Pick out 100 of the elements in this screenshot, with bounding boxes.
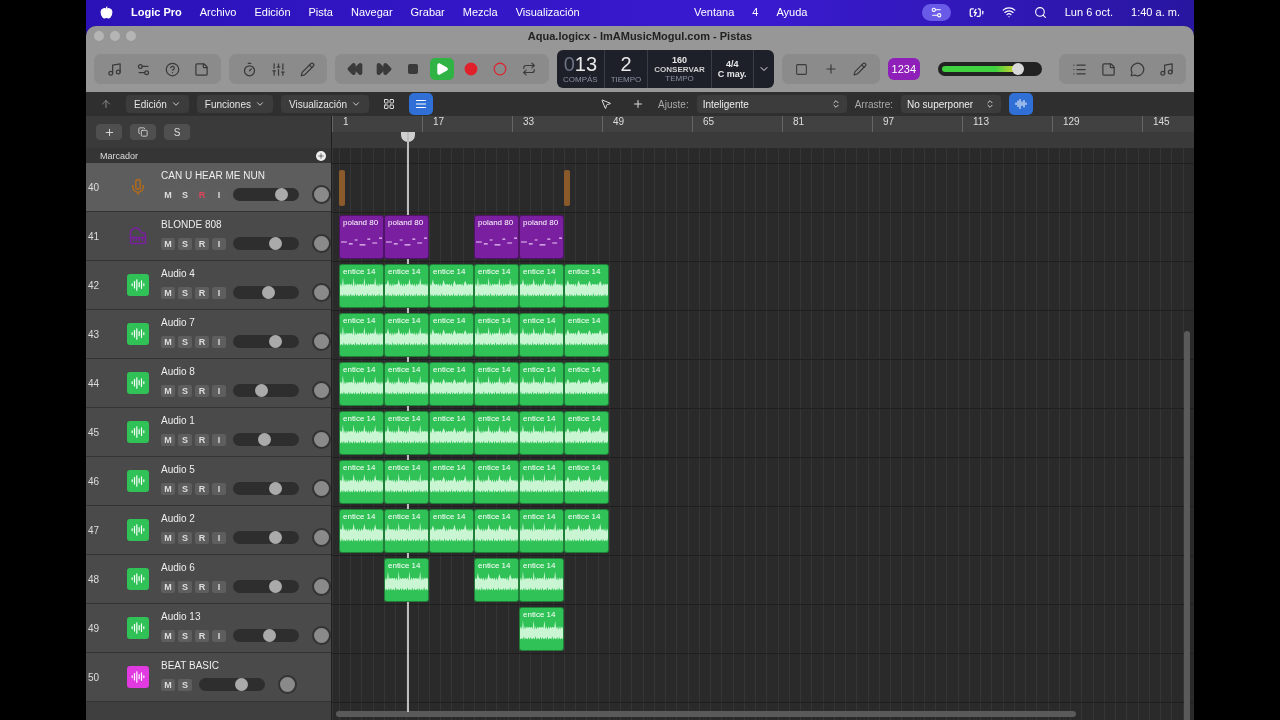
pan-knob[interactable] — [312, 626, 331, 645]
track-header[interactable]: 44 Audio 8 M S R I — [86, 359, 331, 408]
track-toggle-button[interactable]: M — [161, 335, 175, 348]
track-header[interactable]: 49 Audio 13 M S R I — [86, 604, 331, 653]
track-toggle-button[interactable]: I — [212, 335, 226, 348]
playhead-line[interactable] — [407, 132, 409, 712]
fader-thumb[interactable] — [269, 335, 283, 348]
track-toggle-button[interactable]: I — [212, 433, 226, 446]
track-toggle-button[interactable]: I — [212, 384, 226, 397]
chevrons-icon[interactable] — [830, 99, 841, 109]
volume-fader[interactable] — [233, 237, 299, 250]
grid-icon[interactable] — [383, 98, 396, 110]
pan-knob[interactable] — [312, 234, 331, 253]
menu-dropdown[interactable]: Visualización — [280, 95, 370, 113]
midi-region[interactable]: poland 80 — [384, 215, 429, 259]
track-toggle-button[interactable]: M — [161, 531, 175, 544]
track-toggle-button[interactable]: S — [178, 237, 192, 250]
track-header[interactable]: 42 Audio 4 M S R I — [86, 261, 331, 310]
track-toggle-button[interactable]: S — [178, 335, 192, 348]
fader-thumb[interactable] — [235, 678, 249, 691]
pan-knob[interactable] — [312, 185, 331, 204]
track-toggle-button[interactable]: R — [195, 482, 209, 495]
count-in-button[interactable]: 1234 — [887, 58, 921, 80]
track-toggle-button[interactable]: M — [161, 433, 175, 446]
menu-bar-time[interactable]: 1:40 a. m. — [1131, 6, 1180, 18]
pan-knob[interactable] — [312, 479, 331, 498]
track-header[interactable]: 40 CAN U HEAR ME NUN M S R I — [86, 163, 331, 212]
volume-fader[interactable] — [233, 335, 299, 348]
chevrons-icon[interactable] — [985, 99, 996, 109]
master-volume-slider[interactable] — [937, 62, 1042, 76]
menu-item[interactable]: Ayuda — [776, 6, 808, 18]
up-arrow-icon[interactable] — [100, 98, 112, 110]
volume-fader[interactable] — [233, 286, 299, 299]
track-toggle-button[interactable]: I — [212, 482, 226, 495]
pan-knob[interactable] — [312, 528, 331, 547]
track-toggle-button[interactable]: I — [212, 580, 226, 593]
marker-flag[interactable] — [564, 170, 570, 206]
pointer-icon[interactable] — [600, 98, 613, 110]
menu-dropdown[interactable]: Funciones — [196, 95, 273, 113]
track-toggle-button[interactable]: R — [195, 580, 209, 593]
lcd-display[interactable]: 013 COMPÁS 2 TIEMPO 160 CONSERVAR TEMPO 4/4 C may. — [557, 50, 774, 88]
menu-item[interactable]: Grabar — [410, 6, 445, 18]
pan-knob[interactable] — [312, 577, 331, 596]
fader-thumb[interactable] — [255, 384, 269, 397]
pan-knob[interactable] — [312, 283, 331, 302]
play-icon[interactable] — [435, 62, 449, 76]
volume-fader[interactable] — [233, 580, 299, 593]
waveform-zoom-button[interactable] — [1009, 93, 1034, 115]
track-toggle-button[interactable]: R — [195, 629, 209, 642]
track-toggle-button[interactable]: S — [178, 384, 192, 397]
plus-icon[interactable] — [103, 126, 115, 138]
track-toggle-button[interactable]: S — [178, 433, 192, 446]
volume-fader[interactable] — [233, 629, 299, 642]
menu-item[interactable]: Edición — [254, 6, 291, 18]
pan-knob[interactable] — [278, 675, 297, 694]
pan-knob[interactable] — [312, 430, 331, 449]
fader-thumb[interactable] — [269, 482, 283, 495]
stop-icon[interactable] — [407, 63, 419, 75]
track-header[interactable]: 41 BLONDE 808 M S R I — [86, 212, 331, 261]
copy-icon[interactable] — [138, 127, 148, 137]
repeat-icon[interactable] — [522, 62, 536, 76]
toggle-icon[interactable] — [929, 5, 943, 19]
track-toggle-button[interactable]: R — [195, 237, 209, 250]
fader-thumb[interactable] — [269, 531, 283, 544]
track-header[interactable]: 46 Audio 5 M S R I — [86, 457, 331, 506]
menu-bar-date[interactable]: Lun 6 oct. — [1064, 6, 1114, 18]
track-toggle-button[interactable]: I — [212, 629, 226, 642]
fader-thumb[interactable] — [262, 286, 276, 299]
fader-thumb[interactable] — [263, 629, 277, 642]
track-toggle-button[interactable]: M — [161, 482, 175, 495]
track-toggle-button[interactable]: M — [161, 286, 175, 299]
midi-region[interactable]: poland 80 — [474, 215, 519, 259]
menu-dropdown[interactable]: Edición — [126, 95, 189, 113]
volume-fader[interactable] — [199, 678, 265, 691]
track-toggle-button[interactable]: I — [212, 286, 226, 299]
menu-item[interactable]: Logic Pro — [131, 6, 182, 18]
wifi-icon[interactable] — [1001, 5, 1016, 19]
add-track-button[interactable] — [96, 124, 122, 140]
track-toggle-button[interactable]: M — [161, 629, 175, 642]
pencil-icon[interactable] — [852, 62, 867, 76]
add-marker-button[interactable] — [316, 150, 326, 161]
fader-thumb[interactable] — [269, 237, 283, 250]
pan-knob[interactable] — [312, 381, 331, 400]
vertical-scrollbar[interactable] — [1184, 331, 1190, 720]
track-toggle-button[interactable]: M — [161, 678, 175, 691]
search-icon[interactable] — [1033, 5, 1047, 19]
track-toggle-button[interactable]: R — [195, 433, 209, 446]
snap-dropdown[interactable]: Inteligente — [696, 95, 847, 113]
volume-fader[interactable] — [233, 384, 299, 397]
track-toggle-button[interactable]: R — [195, 531, 209, 544]
volume-fader[interactable] — [233, 482, 299, 495]
volume-fader[interactable] — [233, 433, 299, 446]
track-toggle-button[interactable]: S — [178, 580, 192, 593]
track-toggle-button[interactable]: S — [178, 531, 192, 544]
play-button[interactable] — [430, 58, 454, 80]
horizontal-scrollbar[interactable] — [336, 711, 1076, 717]
track-toggle-button[interactable]: S — [178, 629, 192, 642]
marker-flag[interactable] — [339, 170, 345, 206]
pan-knob[interactable] — [312, 332, 331, 351]
track-toggle-button[interactable]: S — [178, 482, 192, 495]
